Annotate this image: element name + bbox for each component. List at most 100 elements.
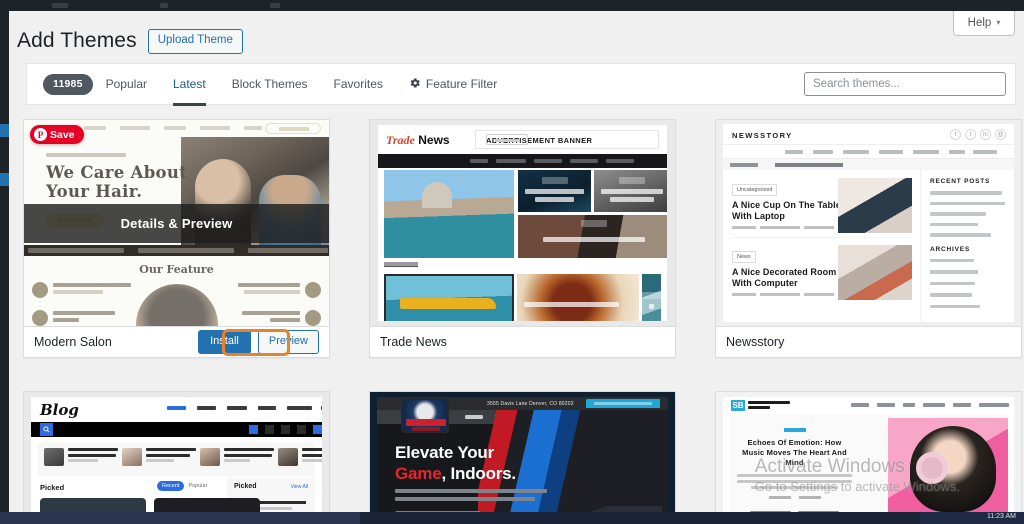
theme-screenshot[interactable]: 3555 Davis Lane Denver, CO 80202 Elevate… <box>370 392 675 524</box>
twitter-icon: t <box>965 129 976 140</box>
pinterest-save-button[interactable]: P Save <box>30 125 84 144</box>
facebook-icon <box>249 425 258 434</box>
twitter-icon <box>265 425 274 434</box>
theme-filter-bar: 11985 Popular Latest Block Themes Favori… <box>26 63 1016 106</box>
article-headline: Echoes Of Emotion: How Music Moves The H… <box>742 438 847 467</box>
latest-news-label <box>730 163 758 167</box>
help-tab-label: Help <box>967 17 992 29</box>
admin-content: Help ▾ Add Themes Upload Theme 11985 Pop… <box>9 11 1024 524</box>
post-item: Uncategorized A Nice Cup On The Table Wi… <box>732 178 912 233</box>
theme-card[interactable]: 3555 Davis Lane Denver, CO 80202 Elevate… <box>369 391 676 524</box>
hero-eyebrow <box>46 153 126 157</box>
gear-icon <box>409 77 421 92</box>
tab-favorites[interactable]: Favorites <box>321 63 396 105</box>
post-list: Uncategorized A Nice Cup On The Table Wi… <box>723 170 920 322</box>
page-title: Add Themes <box>17 29 137 53</box>
theme-actions: Install Preview <box>198 330 319 354</box>
theme-screenshot[interactable]: Blog Picked Recent Popular Picked View A… <box>24 392 329 524</box>
search-icon <box>40 423 53 436</box>
quote-button <box>586 399 660 408</box>
preview-button[interactable]: Preview <box>257 330 319 354</box>
latest-news-bar <box>723 159 1014 170</box>
hero-headline: We Care About Your Hair. <box>46 163 188 201</box>
theme-card-footer: Modern Salon Install Preview <box>24 326 329 357</box>
preview-featured-row <box>384 274 661 321</box>
social-icons: f t in @ <box>950 129 1006 140</box>
page-header: Add Themes Upload Theme <box>17 29 243 54</box>
sidebar-item-appearance[interactable] <box>0 124 9 137</box>
theme-card-footer: Trade News <box>370 326 675 357</box>
details-and-preview-overlay[interactable]: Details & Preview <box>24 204 329 243</box>
preview-header: SB <box>723 397 1014 414</box>
sidebar-item-themes[interactable] <box>0 173 9 186</box>
theme-screenshot[interactable]: Trade News ADVERTISEMENT BANNER <box>370 120 675 326</box>
taskbar-start-region[interactable] <box>0 512 360 524</box>
taskbar-clock[interactable]: 11:23 AM <box>987 513 1016 520</box>
feature-icon <box>32 310 48 326</box>
post-title: A Nice Decorated Room With Computer <box>732 267 837 288</box>
theme-card[interactable]: SB Echoes Of Emotion: How Music Moves Th… <box>715 391 1022 524</box>
windows-taskbar[interactable]: 11:23 AM <box>0 512 1024 524</box>
theme-card[interactable]: Trade News ADVERTISEMENT BANNER Trade Ne… <box>369 119 676 358</box>
feature-filter-toggle[interactable]: Feature Filter <box>396 63 510 105</box>
feature-icon <box>32 282 48 298</box>
grid-post <box>594 170 667 212</box>
tab-popular[interactable]: Popular <box>93 63 160 105</box>
article-excerpt <box>737 474 852 489</box>
sidebar-view-all: View All <box>290 484 308 490</box>
admin-bar-item[interactable] <box>270 3 280 8</box>
admin-sidebar-rail[interactable] <box>0 11 9 524</box>
theme-screenshot[interactable]: NEWSSTORY f t in @ Uncategorized A Nice … <box>716 120 1021 326</box>
theme-name: Trade News <box>380 335 447 349</box>
help-tab[interactable]: Help ▾ <box>953 11 1015 36</box>
mini-post <box>122 448 196 466</box>
ad-buy-button <box>486 134 528 145</box>
preview-body: Echoes Of Emotion: How Music Moves The H… <box>729 414 1008 524</box>
mail-icon <box>297 425 306 434</box>
indoor-shooter-preview: 3555 Davis Lane Denver, CO 80202 Elevate… <box>370 392 675 524</box>
upload-theme-button[interactable]: Upload Theme <box>147 29 243 54</box>
theme-card[interactable]: NEWSSTORY f t in @ Uncategorized A Nice … <box>715 119 1022 358</box>
featured-story-label <box>384 262 418 267</box>
section-tabs: Recent Popular <box>157 481 207 491</box>
screen: Help ▾ Add Themes Upload Theme 11985 Pop… <box>0 0 1024 524</box>
article-photo <box>888 418 1008 524</box>
post-thumbnail <box>838 178 912 233</box>
pinterest-icon: P <box>34 128 47 141</box>
theme-card[interactable]: Blog Picked Recent Popular Picked View A… <box>23 391 330 524</box>
admin-bar-item[interactable] <box>160 3 168 8</box>
preview-header: Blog <box>31 397 322 422</box>
tab-latest[interactable]: Latest <box>160 63 219 106</box>
taskbar-apps-region[interactable] <box>360 512 920 524</box>
theme-card-footer: Newsstory <box>716 326 1021 357</box>
preview-card-strip <box>38 442 322 476</box>
theme-screenshot[interactable]: We Care About Your Hair. Our Feature P S… <box>24 120 329 326</box>
preview-search-bar <box>31 422 322 437</box>
install-button[interactable]: Install <box>198 330 251 354</box>
features-photo <box>135 284 218 326</box>
grid-post <box>518 215 667 258</box>
theme-screenshot[interactable]: SB Echoes Of Emotion: How Music Moves Th… <box>716 392 1021 524</box>
cart-icon <box>313 425 322 434</box>
youtube-icon <box>281 425 290 434</box>
tab-block-themes[interactable]: Block Themes <box>219 63 321 105</box>
featured-post <box>517 274 639 321</box>
admin-bar-item[interactable] <box>52 3 68 8</box>
sidebar: RECENT POSTS ARCHIVES <box>920 170 1014 322</box>
feature-icon <box>305 282 321 298</box>
post-item: News A Nice Decorated Room With Computer <box>732 245 912 300</box>
tab-popular: Popular <box>188 483 208 489</box>
preview-features: Our Feature <box>24 256 329 326</box>
theme-card[interactable]: We Care About Your Hair. Our Feature P S… <box>23 119 330 358</box>
theme-tabs: 11985 Popular Latest Block Themes Favori… <box>43 63 510 106</box>
wp-admin-bar[interactable] <box>0 0 1024 11</box>
archives-heading: ARCHIVES <box>930 245 970 253</box>
instagram-icon: @ <box>995 129 1006 140</box>
search-input[interactable] <box>804 72 1006 96</box>
feature-icon <box>305 310 321 326</box>
featured-post <box>384 274 514 321</box>
preview-brand: NEWSSTORY <box>732 131 793 140</box>
preview-body: Uncategorized A Nice Cup On The Table Wi… <box>723 170 1014 322</box>
post-thumbnail <box>838 245 912 300</box>
post-title: A Nice Cup On The Table With Laptop <box>732 200 841 221</box>
